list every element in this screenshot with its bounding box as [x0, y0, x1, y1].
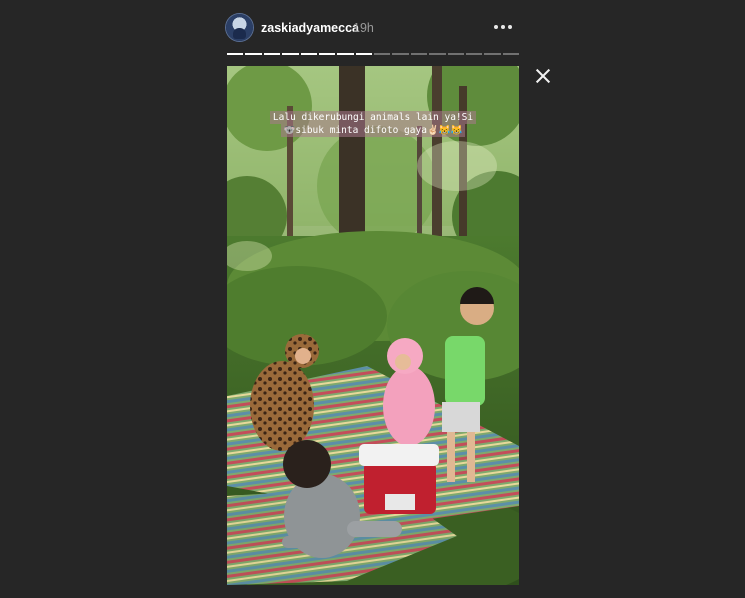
progress-segment: [245, 53, 262, 55]
story-header: zaskiadyamecca 19h: [226, 14, 519, 42]
progress-segment: [318, 53, 336, 55]
story-media[interactable]: Lalu dikerubungi animals lain ya!Si 🐨sib…: [227, 66, 519, 585]
story-photo: [227, 66, 519, 585]
caption-line-2: 🐨sibuk minta difoto gaya✌🏻😹😹: [280, 124, 466, 137]
progress-segment: [263, 53, 281, 55]
story-progress-bar: [227, 53, 519, 55]
progress-segment: [227, 53, 244, 55]
progress-segment: [374, 53, 391, 55]
avatar[interactable]: [226, 14, 253, 41]
caption-line-1: Lalu dikerubungi animals lain ya!Si: [269, 111, 477, 124]
progress-segment: [282, 53, 299, 55]
progress-segment: [300, 53, 317, 55]
progress-segment: [484, 53, 501, 55]
progress-segment: [337, 53, 354, 55]
username[interactable]: zaskiadyamecca: [261, 21, 359, 35]
close-icon[interactable]: [533, 66, 553, 86]
timestamp: 19h: [353, 21, 374, 35]
progress-segment: [502, 53, 519, 55]
progress-segment: [410, 53, 428, 55]
progress-segment: [429, 53, 446, 55]
progress-segment: [392, 53, 409, 55]
progress-segment: [447, 53, 464, 55]
story-caption: Lalu dikerubungi animals lain ya!Si 🐨sib…: [227, 111, 519, 137]
progress-segment: [465, 53, 483, 55]
progress-segment: [355, 53, 372, 55]
more-options-icon[interactable]: [491, 19, 515, 35]
